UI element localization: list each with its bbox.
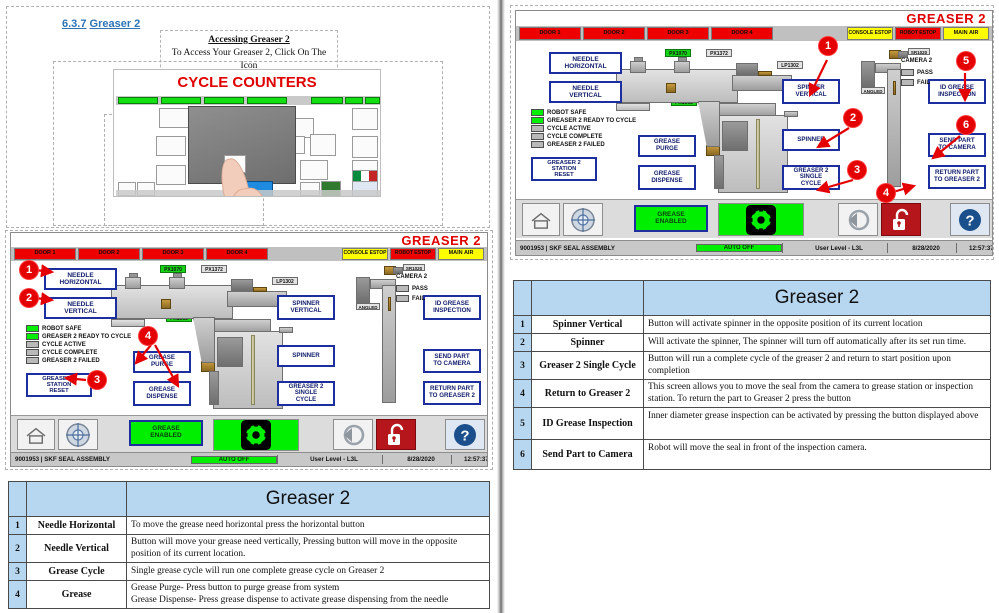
table-header-row: Greaser 2 — [513, 280, 991, 316]
table-row: 1 Needle Horizontal To move the grease n… — [8, 516, 490, 535]
row-desc: Button will move your grease need vertic… — [126, 533, 490, 564]
reference-table-left: Greaser 2 1 Needle Horizontal To move th… — [8, 481, 490, 610]
row-name: Spinner — [531, 333, 644, 352]
row-name: Needle Horizontal — [26, 516, 127, 535]
table-header-row: Greaser 2 — [8, 481, 490, 517]
row-index: 2 — [8, 533, 27, 564]
row-desc: Button will activate spinner in the oppo… — [643, 315, 991, 334]
callout-2-left: 2 — [20, 289, 38, 307]
row-name: Needle Vertical — [26, 533, 127, 564]
callout-3-right: 3 — [848, 161, 866, 179]
row-desc: Single grease cycle will run one complet… — [126, 562, 490, 582]
row-name: ID Grease Inspection — [531, 407, 644, 441]
header-blank-index — [513, 280, 532, 316]
reference-table-right: Greaser 2 1 Spinner Vertical Button will… — [513, 280, 991, 471]
page-right: GREASER 2 DOOR 1 DOOR 2 DOOR 3 DOOR 4 CO… — [505, 0, 999, 613]
callout-6-right: 6 — [957, 116, 975, 134]
row-desc: This screen allows you to move the seal … — [643, 379, 991, 409]
row-index: 4 — [513, 379, 532, 409]
callout-1-right: 1 — [819, 37, 837, 55]
header-blank-index — [8, 481, 27, 517]
row-index: 4 — [8, 580, 27, 610]
table-row: 1 Spinner Vertical Button will activate … — [513, 315, 991, 334]
row-name: Greaser 2 Single Cycle — [531, 350, 644, 381]
row-name: Grease Cycle — [26, 562, 127, 582]
callout-3-left: 3 — [88, 371, 106, 389]
callout-2-right: 2 — [844, 109, 862, 127]
row-name: Return to Greaser 2 — [531, 379, 644, 409]
row-index: 1 — [8, 516, 27, 535]
table-row: 3 Grease Cycle Single grease cycle will … — [8, 562, 490, 582]
table-row: 2 Spinner Will activate the spinner, The… — [513, 333, 991, 352]
row-desc: To move the grease need horizontal press… — [126, 516, 490, 535]
row-name: Send Part to Camera — [531, 439, 644, 471]
callout-4-left: 4 — [139, 327, 157, 345]
table-row: 2 Needle Vertical Button will move your … — [8, 533, 490, 564]
header-blank-name — [531, 280, 644, 316]
table-row: 4 Grease Grease Purge- Press button to p… — [8, 580, 490, 610]
table-row: 4 Return to Greaser 2 This screen allows… — [513, 379, 991, 409]
row-desc: Grease Purge- Press button to purge grea… — [126, 580, 490, 610]
table-row: 6 Send Part to Camera Robot will move th… — [513, 439, 991, 471]
row-desc: Inner diameter grease inspection can be … — [643, 407, 991, 441]
callout-4-right: 4 — [877, 184, 895, 202]
row-desc: Robot will move the seal in front of the… — [643, 439, 991, 471]
callout-1-left: 1 — [20, 261, 38, 279]
page-divider — [497, 0, 505, 613]
row-desc: Will activate the spinner, The spinner w… — [643, 333, 991, 352]
page-left: 6.3.7 Greaser 2 Accessing Greaser 2 To A… — [0, 0, 497, 613]
row-desc: Button will run a complete cycle of the … — [643, 350, 991, 381]
row-index: 1 — [513, 315, 532, 334]
table-row: 5 ID Grease Inspection Inner diameter gr… — [513, 407, 991, 441]
row-name: Grease — [26, 580, 127, 610]
row-index: 2 — [513, 333, 532, 352]
row-index: 3 — [513, 350, 532, 381]
row-index: 6 — [513, 439, 532, 471]
row-index: 5 — [513, 407, 532, 441]
header-blank-name — [26, 481, 127, 517]
callout-5-right: 5 — [957, 52, 975, 70]
row-index: 3 — [8, 562, 27, 582]
table-left-title: Greaser 2 — [126, 481, 490, 517]
table-right-title: Greaser 2 — [643, 280, 991, 316]
row-name: Spinner Vertical — [531, 315, 644, 334]
table-row: 3 Greaser 2 Single Cycle Button will run… — [513, 350, 991, 381]
